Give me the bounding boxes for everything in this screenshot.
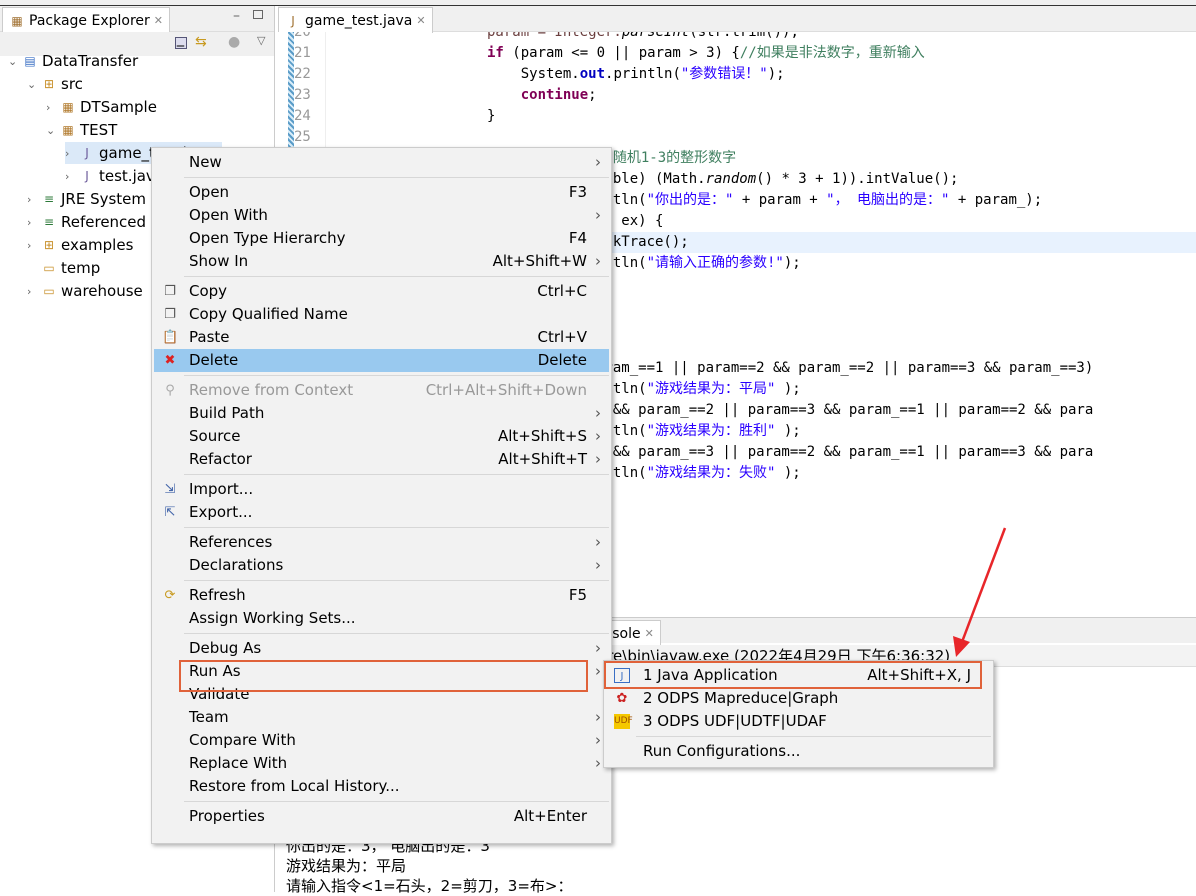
- red-arrow-annotation: [953, 527, 1007, 657]
